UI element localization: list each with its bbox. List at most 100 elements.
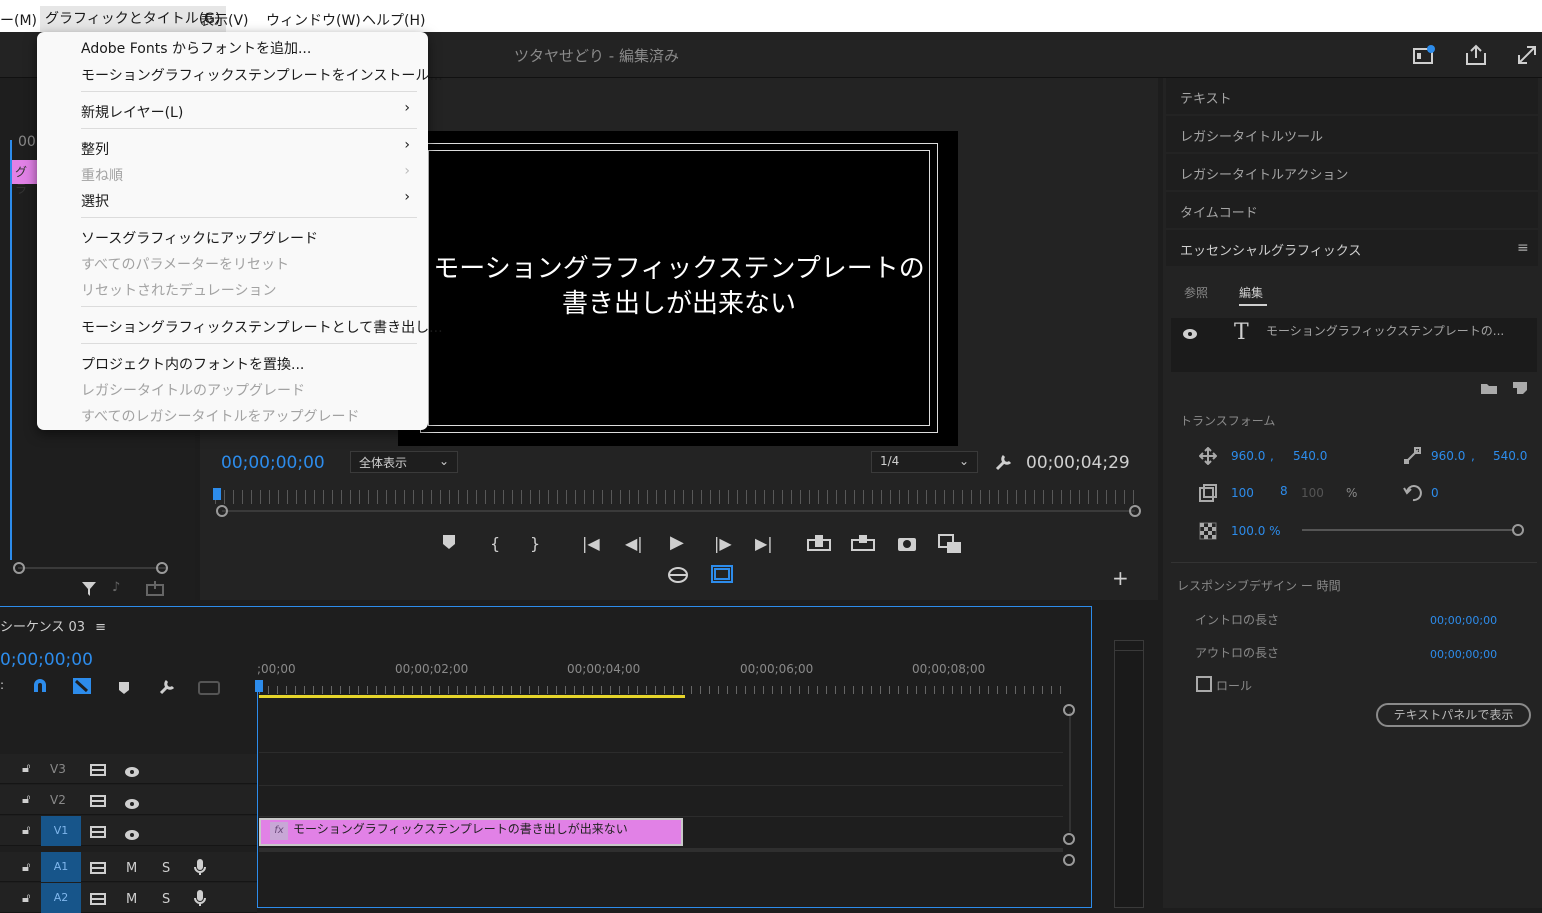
button-editor-icon[interactable]: +	[1112, 566, 1129, 590]
fullscreen-icon[interactable]	[1516, 44, 1538, 71]
go-to-out-icon[interactable]: ▶|	[755, 534, 773, 553]
zoom-select[interactable]: 全体表示 ⌄	[350, 451, 458, 473]
menu-item-export-mogrt[interactable]: モーショングラフィックステンプレートとして書き出し...	[81, 317, 443, 337]
mark-out-icon[interactable]: }	[530, 534, 540, 553]
left-clip[interactable]: グラ	[12, 160, 37, 196]
folder-icon[interactable]	[1481, 379, 1497, 398]
timeline-vscroll[interactable]	[1069, 712, 1071, 832]
sync-lock-icon[interactable]	[90, 793, 106, 812]
wrench-icon[interactable]	[994, 452, 1014, 477]
position-y[interactable]: 540.0	[1293, 449, 1327, 463]
tab-edit[interactable]: 編集	[1239, 284, 1263, 301]
graphics-clip[interactable]: fx モーショングラフィックステンプレートの書き出しが出来ない	[259, 818, 683, 846]
sync-lock-icon[interactable]	[90, 891, 106, 910]
left-scroll-end[interactable]	[156, 562, 168, 574]
mute-button[interactable]: M	[126, 892, 137, 907]
track-label-v3[interactable]: V3	[50, 762, 66, 776]
mute-button[interactable]: M	[126, 861, 137, 876]
lock-icon[interactable]: 🔓︎	[22, 860, 30, 875]
lock-icon[interactable]: 🔓︎	[22, 891, 30, 906]
lock-icon[interactable]: 🔓︎	[22, 792, 30, 807]
zoom-bar-end[interactable]	[1129, 505, 1141, 517]
eye-icon[interactable]	[124, 826, 140, 845]
section-legacy-title-actions[interactable]: レガシータイトルアクション	[1166, 154, 1538, 190]
mark-in-icon[interactable]: {	[490, 534, 500, 553]
eye-icon[interactable]	[124, 795, 140, 814]
captions-icon[interactable]	[198, 680, 220, 699]
sequence-tab[interactable]: シーケンス 03 ≡	[0, 616, 106, 635]
rotation-value[interactable]: 0	[1431, 486, 1439, 500]
position-x[interactable]: 960.0	[1231, 449, 1265, 463]
monitor-playhead[interactable]	[213, 488, 221, 500]
intro-value[interactable]: 00;00;00;00	[1430, 614, 1497, 627]
marker-icon[interactable]	[442, 534, 456, 554]
eye-icon[interactable]	[1182, 326, 1198, 345]
work-area-bar[interactable]	[259, 695, 685, 698]
track-label-a2[interactable]: A2	[41, 883, 81, 913]
lock-icon[interactable]: 🔓︎	[22, 823, 30, 838]
menu-item-new-layer[interactable]: 新規レイヤー(L)	[81, 102, 183, 122]
video-audio-divider[interactable]	[259, 848, 1063, 852]
section-text[interactable]: テキスト	[1166, 78, 1538, 114]
opacity-slider-handle[interactable]	[1512, 524, 1524, 536]
opacity-slider-track[interactable]	[1302, 529, 1514, 531]
vr-icon[interactable]	[667, 566, 689, 588]
track-label-a1[interactable]: A1	[41, 852, 81, 882]
section-timecode[interactable]: タイムコード	[1166, 192, 1538, 228]
section-legacy-title-tools[interactable]: レガシータイトルツール	[1166, 116, 1538, 152]
audio-vscroll-handle[interactable]	[1063, 854, 1075, 866]
timeline-playhead[interactable]	[257, 680, 258, 908]
timeline-ruler[interactable]	[259, 686, 1061, 694]
vscroll-handle-bottom[interactable]	[1063, 833, 1075, 845]
microphone-icon[interactable]	[193, 858, 207, 880]
menu-item-install-mogrt[interactable]: モーショングラフィックステンプレートをインストール...	[81, 65, 443, 85]
scale-value[interactable]: 100	[1231, 486, 1254, 500]
timeline-settings-icon[interactable]	[158, 677, 176, 699]
menu-item-select[interactable]: 選択	[81, 191, 109, 211]
linked-selection-icon[interactable]	[72, 677, 92, 699]
panel-menu-icon[interactable]: ≡	[1517, 240, 1529, 256]
tab-browse[interactable]: 参照	[1184, 284, 1208, 301]
anchor-y[interactable]: 540.0	[1493, 449, 1527, 463]
left-scroll-start[interactable]	[13, 562, 25, 574]
track-label-v1[interactable]: V1	[41, 816, 81, 846]
zoom-bar-start[interactable]	[216, 505, 228, 517]
safe-margins-icon[interactable]	[711, 565, 733, 587]
sequence-menu-icon[interactable]: ≡	[95, 620, 106, 635]
comparison-view-icon[interactable]	[938, 534, 962, 558]
menu-item-replace-fonts[interactable]: プロジェクト内のフォントを置換...	[81, 354, 304, 374]
lock-icon[interactable]: 🔓︎	[22, 761, 30, 776]
sync-lock-icon[interactable]	[90, 824, 106, 843]
step-forward-icon[interactable]: |▶	[714, 534, 732, 553]
menu-marker[interactable]: ー(M)	[0, 10, 37, 30]
go-to-in-icon[interactable]: |◀	[582, 534, 600, 553]
monitor-overlay-text[interactable]: モーショングラフィックステンプレートの 書き出しが出来ない	[420, 252, 938, 322]
menu-window[interactable]: ウィンドウ(W)	[266, 10, 361, 30]
anchor-x[interactable]: 960.0	[1431, 449, 1465, 463]
snap-icon[interactable]	[32, 678, 48, 698]
monitor-time-ruler[interactable]	[215, 490, 1142, 504]
left-scrollbar[interactable]	[18, 567, 166, 569]
link-icon[interactable]: 8	[1280, 484, 1288, 498]
opacity-value[interactable]: 100.0 %	[1231, 524, 1281, 538]
vscroll-handle-top[interactable]	[1063, 704, 1075, 716]
sync-lock-icon[interactable]	[90, 762, 106, 781]
add-marker-icon[interactable]	[118, 680, 130, 699]
section-essential-graphics[interactable]: エッセンシャルグラフィックス	[1166, 230, 1538, 266]
menu-item-upgrade-source-graphic[interactable]: ソースグラフィックにアップグレード	[81, 228, 318, 248]
track-label-v2[interactable]: V2	[50, 793, 66, 807]
solo-button[interactable]: S	[162, 892, 170, 907]
filter-icon[interactable]	[80, 580, 98, 602]
share-icon[interactable]	[1464, 44, 1488, 71]
roll-checkbox[interactable]	[1196, 676, 1212, 692]
camera-icon[interactable]	[897, 534, 917, 556]
monitor-zoom-bar[interactable]	[222, 510, 1135, 512]
play-icon[interactable]: ▶	[670, 532, 684, 553]
solo-button[interactable]: S	[162, 861, 170, 876]
insert-icon[interactable]	[807, 534, 831, 556]
menu-help[interactable]: ヘルプ(H)	[362, 10, 425, 30]
eye-icon[interactable]	[124, 763, 140, 782]
nest-toggle-icon[interactable]: :	[0, 678, 4, 692]
quick-export-icon[interactable]	[1412, 44, 1436, 71]
outro-value[interactable]: 00;00;00;00	[1430, 648, 1497, 661]
